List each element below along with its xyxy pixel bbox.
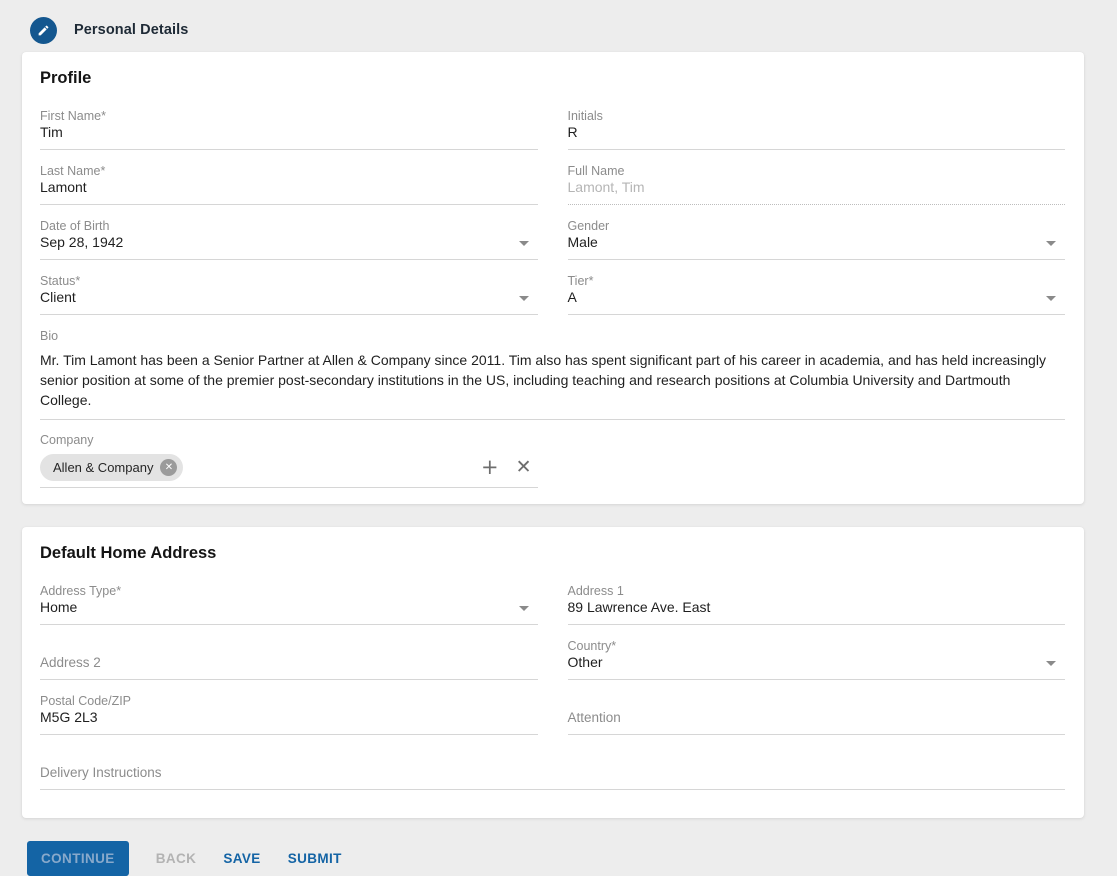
postal-code-label: Postal Code/ZIP [40,694,538,709]
edit-pencil-icon [30,17,57,44]
status-label: Status* [40,274,538,289]
first-name-label: First Name* [40,109,538,124]
address-type-select[interactable]: Address Type* Home [40,584,538,625]
last-name-label: Last Name* [40,164,538,179]
tier-label: Tier* [568,274,1066,289]
tier-select[interactable]: Tier* A [568,274,1066,315]
address-type-value[interactable]: Home [40,599,538,616]
address-card: Default Home Address Address Type* Home … [22,527,1084,818]
address-2-field[interactable]: Address 2 [40,639,538,680]
address-2-label: Address 2 [40,654,538,671]
status-value[interactable]: Client [40,289,538,306]
country-label: Country* [568,639,1066,654]
save-button[interactable]: SAVE [223,851,260,866]
company-label: Company [40,433,538,448]
attention-field[interactable]: Attention [568,694,1066,735]
first-name-field[interactable]: First Name* Tim [40,109,538,150]
status-select[interactable]: Status* Client [40,274,538,315]
delivery-instructions-label: Delivery Instructions [40,764,1065,781]
gender-label: Gender [568,219,1066,234]
country-select[interactable]: Country* Other [568,639,1066,680]
postal-code-field[interactable]: Postal Code/ZIP M5G 2L3 [40,694,538,735]
first-name-value[interactable]: Tim [40,124,538,141]
country-value[interactable]: Other [568,654,1066,671]
company-actions: + ✕ [481,458,538,477]
date-of-birth-value[interactable]: Sep 28, 1942 [40,234,538,251]
bio-field[interactable]: Bio Mr. Tim Lamont has been a Senior Par… [40,329,1065,420]
company-chip[interactable]: Allen & Company ✕ [40,454,183,481]
chip-remove-icon[interactable]: ✕ [160,459,177,476]
gender-select[interactable]: Gender Male [568,219,1066,260]
profile-card-title: Profile [40,69,1065,88]
bio-label: Bio [40,329,1065,344]
company-field[interactable]: Company Allen & Company ✕ + ✕ [40,433,538,488]
address-1-field[interactable]: Address 1 89 Lawrence Ave. East [568,584,1066,625]
attention-label: Attention [568,709,1066,726]
company-chip-text: Allen & Company [53,460,153,475]
delivery-instructions-field[interactable]: Delivery Instructions [40,749,1065,790]
dropdown-arrow-icon[interactable] [1046,241,1056,246]
address-1-value[interactable]: 89 Lawrence Ave. East [568,599,1066,616]
address-card-title: Default Home Address [40,544,1065,563]
dropdown-arrow-icon[interactable] [519,606,529,611]
profile-card: Profile First Name* Tim Initials R Last … [22,52,1084,504]
dropdown-arrow-icon[interactable] [1046,661,1056,666]
back-button: BACK [156,851,197,866]
submit-button[interactable]: SUBMIT [288,851,342,866]
dropdown-arrow-icon[interactable] [519,241,529,246]
form-actions: CONTINUE BACK SAVE SUBMIT [27,841,1117,876]
last-name-field[interactable]: Last Name* Lamont [40,164,538,205]
clear-company-icon[interactable]: ✕ [516,458,532,477]
full-name-label: Full Name [568,164,1066,179]
address-1-label: Address 1 [568,584,1066,599]
add-company-icon[interactable]: + [481,458,499,477]
date-of-birth-label: Date of Birth [40,219,538,234]
initials-value[interactable]: R [568,124,1066,141]
dropdown-arrow-icon[interactable] [519,296,529,301]
last-name-value[interactable]: Lamont [40,179,538,196]
profile-form-grid: First Name* Tim Initials R Last Name* La… [40,109,1065,490]
initials-field[interactable]: Initials R [568,109,1066,150]
address-form-grid: Address Type* Home Address 1 89 Lawrence… [40,584,1065,804]
initials-label: Initials [568,109,1066,124]
address-type-label: Address Type* [40,584,538,599]
page-title: Personal Details [74,22,188,38]
company-chip-row: Allen & Company ✕ + ✕ [40,454,538,481]
continue-button[interactable]: CONTINUE [27,841,129,876]
postal-code-value[interactable]: M5G 2L3 [40,709,538,726]
page-header: Personal Details [0,0,1117,52]
gender-value[interactable]: Male [568,234,1066,251]
tier-value[interactable]: A [568,289,1066,306]
date-of-birth-select[interactable]: Date of Birth Sep 28, 1942 [40,219,538,260]
full-name-value: Lamont, Tim [568,179,1066,196]
bio-value[interactable]: Mr. Tim Lamont has been a Senior Partner… [40,350,1065,410]
full-name-field: Full Name Lamont, Tim [568,164,1066,205]
dropdown-arrow-icon[interactable] [1046,296,1056,301]
